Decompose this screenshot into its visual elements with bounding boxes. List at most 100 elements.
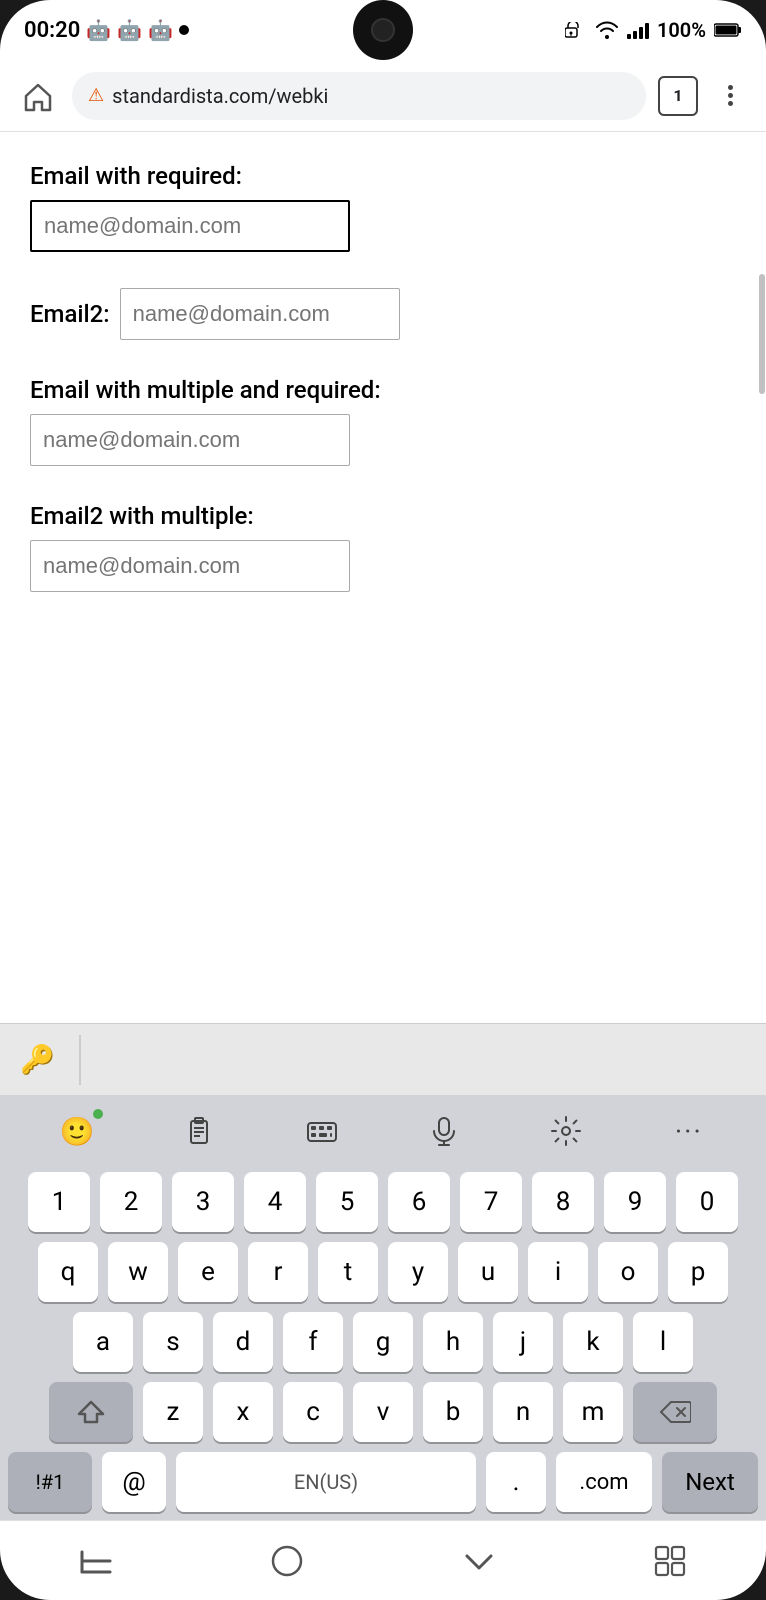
key-7[interactable]: 7 — [460, 1172, 522, 1232]
key-r[interactable]: r — [248, 1242, 308, 1302]
keyboard-switch-icon — [306, 1115, 338, 1147]
url-text: standardista.com/webki — [112, 84, 630, 108]
dot-key[interactable]: . — [486, 1452, 546, 1512]
key-3[interactable]: 3 — [172, 1172, 234, 1232]
keyboard-switch-button[interactable] — [290, 1103, 354, 1159]
key-e[interactable]: e — [178, 1242, 238, 1302]
backspace-key[interactable] — [633, 1382, 717, 1442]
key-0[interactable]: 0 — [676, 1172, 738, 1232]
form-section-4: Email2 with multiple: — [30, 502, 736, 592]
key-p[interactable]: p — [668, 1242, 728, 1302]
key-i[interactable]: i — [528, 1242, 588, 1302]
clipboard-icon — [183, 1115, 215, 1147]
key-k[interactable]: k — [563, 1312, 623, 1372]
settings-button[interactable] — [534, 1103, 598, 1159]
key-5[interactable]: 5 — [316, 1172, 378, 1232]
key-g[interactable]: g — [353, 1312, 413, 1372]
status-right: 100% — [565, 18, 742, 42]
key-d[interactable]: d — [213, 1312, 273, 1372]
shift-key[interactable] — [49, 1382, 133, 1442]
more-keyboard-icon: ··· — [675, 1115, 703, 1148]
emoji-badge — [93, 1109, 103, 1119]
at-key[interactable]: @ — [102, 1452, 166, 1512]
battery-level: 100% — [657, 18, 706, 42]
nav-home-button[interactable] — [247, 1531, 327, 1591]
field1-input[interactable] — [30, 200, 350, 252]
key-w[interactable]: w — [108, 1242, 168, 1302]
bottom-navigation — [0, 1520, 766, 1600]
keyboard-toolbar: 🙂 — [0, 1095, 766, 1167]
key-f[interactable]: f — [283, 1312, 343, 1372]
camera-notch — [353, 0, 413, 60]
clipboard-button[interactable] — [167, 1103, 231, 1159]
dot-label: . — [513, 1467, 520, 1497]
key-9[interactable]: 9 — [604, 1172, 666, 1232]
special-chars-key[interactable]: !#1 — [8, 1452, 92, 1512]
phone-frame: 00:20 🤖 🤖 🤖 — [0, 0, 766, 1600]
field3-label: Email with multiple and required: — [30, 376, 736, 404]
key-q[interactable]: q — [38, 1242, 98, 1302]
more-dot-2 — [728, 93, 733, 98]
web-content: Email with required: Email2: Email with … — [0, 132, 766, 1023]
more-dot-1 — [728, 85, 733, 90]
keyboard-row-numbers: 1 2 3 4 5 6 7 8 9 0 — [0, 1167, 766, 1237]
key-o[interactable]: o — [598, 1242, 658, 1302]
microphone-button[interactable] — [412, 1103, 476, 1159]
key-n[interactable]: n — [493, 1382, 553, 1442]
field2-input[interactable] — [120, 288, 400, 340]
key-m[interactable]: m — [563, 1382, 623, 1442]
dotcom-key[interactable]: .com — [556, 1452, 652, 1512]
tab-count-button[interactable]: 1 — [658, 76, 698, 116]
field3-input[interactable] — [30, 414, 350, 466]
field4-input[interactable] — [30, 540, 350, 592]
key-j[interactable]: j — [493, 1312, 553, 1372]
key-h[interactable]: h — [423, 1312, 483, 1372]
emoji-button[interactable]: 🙂 — [45, 1103, 109, 1159]
keyboard-row-qwerty: q w e r t y u i o p — [0, 1237, 766, 1307]
wifi-icon — [595, 21, 619, 39]
scrollbar-track — [758, 264, 766, 904]
nav-back-button[interactable] — [56, 1531, 136, 1591]
android-icon-1: 🤖 — [86, 18, 111, 42]
key-1[interactable]: 1 — [28, 1172, 90, 1232]
key-l[interactable]: l — [633, 1312, 693, 1372]
key-v[interactable]: v — [353, 1382, 413, 1442]
status-left: 00:20 🤖 🤖 🤖 — [24, 18, 189, 43]
key-8[interactable]: 8 — [532, 1172, 594, 1232]
field1-label: Email with required: — [30, 162, 736, 190]
status-bar: 00:20 🤖 🤖 🤖 — [0, 0, 766, 60]
home-button[interactable] — [16, 74, 60, 118]
android-icon-3: 🤖 — [148, 18, 173, 42]
key-4[interactable]: 4 — [244, 1172, 306, 1232]
settings-icon — [550, 1115, 582, 1147]
key-b[interactable]: b — [423, 1382, 483, 1442]
nav-down-button[interactable] — [439, 1531, 519, 1591]
tab-count: 1 — [673, 86, 682, 105]
nav-back-icon — [78, 1546, 114, 1576]
more-keyboard-button[interactable]: ··· — [657, 1103, 721, 1159]
key-2[interactable]: 2 — [100, 1172, 162, 1232]
key-s[interactable]: s — [143, 1312, 203, 1372]
battery-icon — [714, 22, 742, 38]
form-section-2: Email2: — [30, 288, 736, 340]
nav-grid-icon — [654, 1545, 686, 1577]
camera-lens — [371, 18, 395, 42]
form-section-3: Email with multiple and required: — [30, 376, 736, 466]
more-dot-3 — [728, 101, 733, 106]
key-z[interactable]: z — [143, 1382, 203, 1442]
key-a[interactable]: a — [73, 1312, 133, 1372]
key-y[interactable]: y — [388, 1242, 448, 1302]
address-bar[interactable]: ⚠ standardista.com/webki — [72, 72, 646, 120]
key-6[interactable]: 6 — [388, 1172, 450, 1232]
more-options-button[interactable] — [710, 76, 750, 116]
key-u[interactable]: u — [458, 1242, 518, 1302]
space-key[interactable]: EN(US) — [176, 1452, 476, 1512]
key-x[interactable]: x — [213, 1382, 273, 1442]
nav-grid-button[interactable] — [630, 1531, 710, 1591]
key-c[interactable]: c — [283, 1382, 343, 1442]
home-icon — [20, 78, 56, 114]
next-key[interactable]: Next — [662, 1452, 758, 1512]
scrollbar-thumb[interactable] — [759, 274, 765, 394]
vpn-key-icon: 🔑 — [20, 1043, 55, 1076]
key-t[interactable]: t — [318, 1242, 378, 1302]
